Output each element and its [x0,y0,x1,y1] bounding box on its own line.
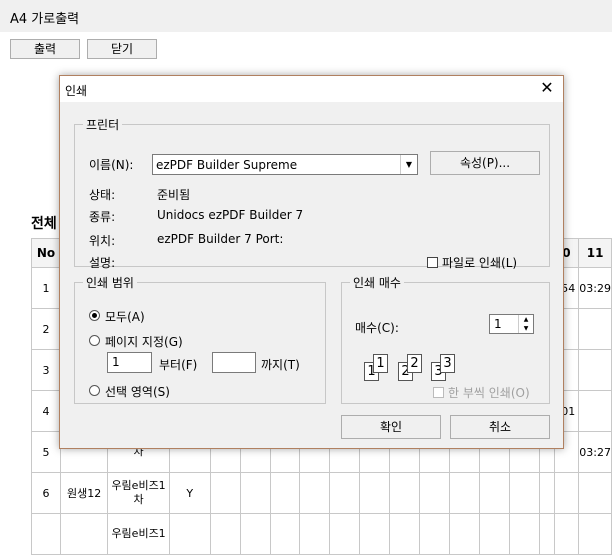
table-cell [578,390,612,432]
table-cell [578,308,612,350]
range-to-label: 까지(T) [261,358,300,372]
table-cell: 5 [31,431,61,473]
table-cell: 원생12 [59,472,109,514]
table-cell: 2 [31,308,61,350]
printer-name-label: 이름(N): [89,158,134,172]
table-cell [508,472,540,514]
table-cell: 3 [31,349,61,391]
table-cell [538,472,555,514]
comment-label: 설명: [89,256,116,270]
range-from-input[interactable]: 1 [107,352,152,373]
page-icon: 1 [373,354,388,373]
copies-group: 인쇄 매수 매수(C): 1 ▲ ▼ 1 1 2 2 3 3 한 부씩 인쇄(O… [341,274,550,404]
table-cell: 우림e비즈1 차 [107,472,170,514]
section-label: 전체 [31,216,57,232]
collate-label: 한 부씩 인쇄(O) [448,386,530,400]
range-from-label: 부터(F) [159,358,198,372]
printer-group: 프린터 이름(N): ezPDF Builder Supreme ▼ 속성(P)… [74,116,550,270]
table-cell [359,472,391,514]
ok-button[interactable]: 확인 [341,415,441,439]
printer-group-label: 프린터 [86,118,120,132]
table-header-cell: 11 [578,238,612,268]
close-window-button[interactable]: 닫기 [87,39,157,59]
range-all-label: 모두(A) [105,310,145,324]
copies-count-label: 매수(C): [355,321,399,335]
spin-down-icon[interactable]: ▼ [519,324,533,333]
window-title: A4 가로출력 [10,12,80,27]
print-to-file-checkbox[interactable] [427,257,438,268]
range-selection-label: 선택 영역(S) [105,385,170,399]
printer-properties-button[interactable]: 속성(P)... [430,151,540,175]
chevron-down-icon[interactable]: ▼ [400,155,417,174]
table-cell [553,472,580,514]
table-cell [329,472,361,514]
table-cell [389,472,420,514]
print-to-file-label: 파일로 인쇄(L) [442,256,518,270]
location-value: ezPDF Builder 7 Port: [157,232,284,246]
table-cell: 03:29 [578,267,612,309]
status-label: 상태: [89,188,116,202]
table-cell [478,472,510,514]
table-cell [209,472,241,514]
cancel-button[interactable]: 취소 [450,415,550,439]
collate-checkbox[interactable] [433,387,444,398]
copies-spinner[interactable]: ▲ ▼ [518,315,533,333]
location-label: 위치: [89,234,116,248]
spin-up-icon[interactable]: ▲ [519,315,533,324]
page-icon: 3 [440,354,455,373]
print-dialog: 인쇄 ✕ 프린터 이름(N): ezPDF Builder Supreme ▼ … [59,75,564,449]
table-cell [418,472,450,514]
table-cell [448,472,480,514]
table-header-cell: No [31,238,61,268]
table-row[interactable]: 6 원생12 우림e비즈1 차Y [31,472,612,514]
printer-select[interactable]: ezPDF Builder Supreme ▼ [152,154,418,175]
type-label: 종류: [89,210,116,224]
page-icon: 2 [407,354,422,373]
range-all-radio[interactable] [89,310,100,321]
range-pages-radio[interactable] [89,335,100,346]
copies-count-input[interactable]: 1 ▲ ▼ [489,314,534,334]
table-cell: 03:27 [578,431,612,473]
table-cell [578,472,612,514]
dialog-titlebar: 인쇄 ✕ [60,76,563,102]
table-cell: 6 [31,472,61,514]
table-cell: 1 [31,267,61,309]
print-range-label: 인쇄 범위 [86,276,134,290]
range-selection-radio[interactable] [89,385,100,396]
range-to-input[interactable] [212,352,256,373]
table-cell: Y [168,472,211,514]
range-pages-label: 페이지 지정(G) [105,335,183,349]
table-cell [269,472,301,514]
close-icon[interactable]: ✕ [537,78,557,98]
print-output-button[interactable]: 출력 [10,39,80,59]
table-cell [578,349,612,391]
print-range-group: 인쇄 범위 모두(A) 페이지 지정(G) 1 부터(F) 까지(T) 선택 영… [74,274,326,404]
dialog-title: 인쇄 [65,84,88,98]
table-cell: 4 [31,390,61,432]
copies-count-value: 1 [494,317,502,331]
printer-select-value: ezPDF Builder Supreme [156,158,298,172]
window-titlebar: A4 가로출력 [0,0,612,32]
type-value: Unidocs ezPDF Builder 7 [157,208,304,222]
copies-group-label: 인쇄 매수 [353,276,401,290]
table-cell [299,472,331,514]
table-cell [239,472,271,514]
status-value: 준비됨 [157,188,191,202]
